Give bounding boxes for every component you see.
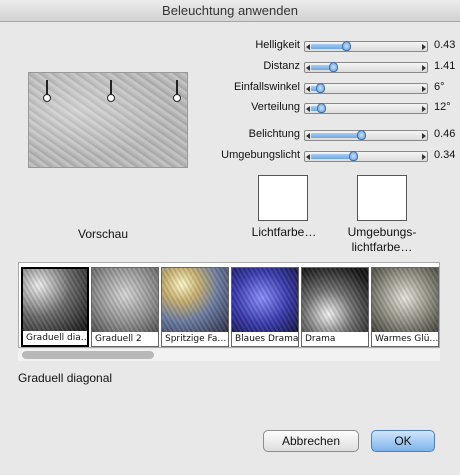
preset-preview-image	[232, 268, 298, 334]
slider-thumb[interactable]	[317, 103, 326, 113]
light-handle[interactable]	[173, 79, 181, 103]
preview-image[interactable]	[28, 72, 188, 168]
slider-value: 12°	[434, 101, 451, 113]
slider-increment-icon[interactable]	[422, 86, 426, 92]
preset-thumbnail[interactable]: Blaues Drama	[231, 267, 299, 347]
preset-preview-image	[92, 268, 158, 334]
preset-preview-image	[372, 268, 438, 334]
preset-caption: Spritzige Fa…	[162, 332, 228, 346]
ok-button[interactable]: OK	[371, 430, 435, 452]
slider-label: Belichtung	[248, 128, 300, 140]
slider-value: 0.34	[434, 149, 456, 161]
slider-increment-icon[interactable]	[422, 154, 426, 160]
preset-caption: Graduell 2	[92, 332, 158, 346]
slider-track[interactable]	[304, 130, 428, 141]
light-handle[interactable]	[107, 79, 115, 103]
preset-scrollbar[interactable]	[18, 349, 440, 361]
slider-thumb[interactable]	[329, 62, 338, 72]
preset-thumbnail[interactable]: Graduell dia…	[21, 267, 89, 347]
slider-label: Helligkeit	[255, 39, 300, 51]
slider-row: Umgebungslicht 0.34	[200, 148, 460, 164]
preset-preview-image	[302, 268, 368, 334]
slider-row: Belichtung 0.46	[200, 127, 460, 143]
slider-track[interactable]	[304, 41, 428, 52]
ambient-color-label: Umgebungs- lichtfarbe…	[347, 225, 417, 254]
preset-caption: Graduell dia…	[23, 331, 87, 345]
preset-caption: Drama	[302, 332, 368, 346]
preset-thumbnail[interactable]: Warmes Glü…	[371, 267, 439, 347]
slider-increment-icon[interactable]	[422, 65, 426, 71]
slider-value: 6°	[434, 81, 445, 93]
slider-value: 0.46	[434, 128, 456, 140]
preset-thumbnail[interactable]: Spritzige Fa…	[161, 267, 229, 347]
slider-label: Umgebungslicht	[221, 149, 300, 161]
scrollbar-knob[interactable]	[22, 351, 154, 359]
preset-strip: Graduell dia… Graduell 2 Spritzige Fa… Blau…	[18, 262, 440, 348]
slider-decrement-icon[interactable]	[306, 133, 310, 139]
preset-thumbnail[interactable]: Drama	[301, 267, 369, 347]
slider-value: 1.41	[434, 60, 456, 72]
light-color-swatch[interactable]	[258, 175, 308, 221]
ambient-color-swatch[interactable]	[357, 175, 407, 221]
slider-track[interactable]	[304, 83, 428, 94]
slider-increment-icon[interactable]	[422, 106, 426, 112]
slider-thumb[interactable]	[349, 151, 358, 161]
light-handle[interactable]	[43, 79, 51, 103]
preset-caption: Blaues Drama	[232, 332, 298, 346]
slider-increment-icon[interactable]	[422, 44, 426, 50]
cancel-button[interactable]: Abbrechen	[263, 430, 359, 452]
preset-caption: Warmes Glü…	[372, 332, 438, 346]
preview-label: Vorschau	[78, 227, 129, 241]
window-title: Beleuchtung anwenden	[162, 3, 298, 18]
slider-row: Einfallswinkel 6°	[200, 80, 460, 96]
light-color-label: Lichtfarbe…	[251, 225, 317, 239]
slider-decrement-icon[interactable]	[306, 86, 310, 92]
slider-fill	[311, 154, 353, 159]
selected-preset-name: Graduell diagonal	[18, 371, 113, 385]
slider-decrement-icon[interactable]	[306, 65, 310, 71]
slider-row: Helligkeit 0.43	[200, 38, 460, 54]
slider-label: Einfallswinkel	[233, 81, 300, 93]
slider-row: Verteilung 12°	[200, 100, 460, 116]
slider-track[interactable]	[304, 151, 428, 162]
slider-value: 0.43	[434, 39, 456, 51]
slider-label: Distanz	[263, 60, 300, 72]
slider-thumb[interactable]	[357, 130, 366, 140]
slider-track[interactable]	[304, 103, 428, 114]
preset-thumbnail[interactable]: Graduell 2	[91, 267, 159, 347]
slider-decrement-icon[interactable]	[306, 44, 310, 50]
slider-fill	[311, 133, 361, 138]
slider-increment-icon[interactable]	[422, 133, 426, 139]
slider-track[interactable]	[304, 62, 428, 73]
slider-label: Verteilung	[251, 101, 300, 113]
slider-decrement-icon[interactable]	[306, 154, 310, 160]
slider-thumb[interactable]	[342, 41, 351, 51]
slider-decrement-icon[interactable]	[306, 106, 310, 112]
slider-fill	[311, 44, 346, 49]
slider-row: Distanz 1.41	[200, 59, 460, 75]
title-bar: Beleuchtung anwenden	[0, 0, 460, 22]
preset-preview-image	[23, 269, 87, 335]
preset-preview-image	[162, 268, 228, 334]
slider-thumb[interactable]	[316, 83, 325, 93]
